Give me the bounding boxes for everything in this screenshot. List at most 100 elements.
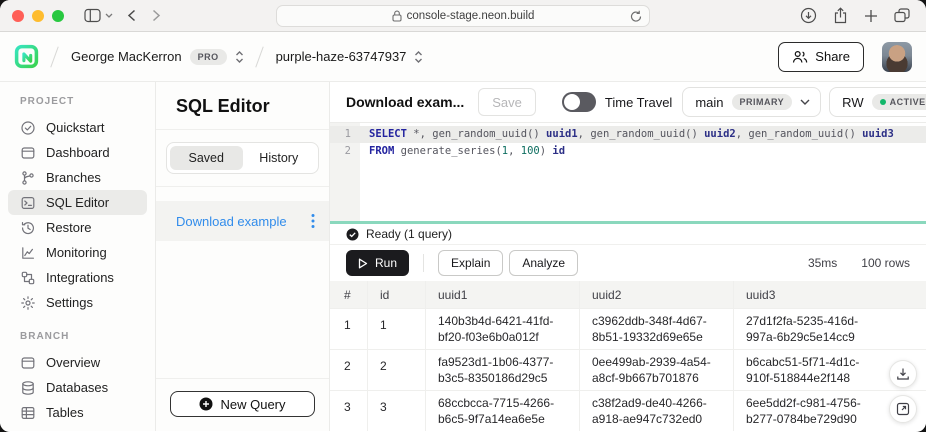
table-cell: b6cabc51-5f71-4d1c- 910f-518844e2f148 <box>734 350 888 390</box>
sidebar-item-monitoring[interactable]: Monitoring <box>8 240 147 265</box>
project-switcher-icon[interactable] <box>414 50 423 64</box>
sidebar-item-label: Branches <box>46 170 101 185</box>
active-badge: ACTIVE <box>872 94 926 110</box>
query-actions: Run Explain Analyze 35ms 100 rows <box>330 245 926 281</box>
kebab-menu-icon[interactable] <box>311 213 315 229</box>
saved-query-label: Download example <box>176 214 287 229</box>
quickstart-icon <box>20 120 36 136</box>
plan-badge: PRO <box>190 49 227 65</box>
expand-results-button[interactable] <box>889 395 917 423</box>
table-row[interactable]: 22fa9523d1-1b06-4377- b3c5-8350186d29c50… <box>330 350 926 391</box>
tab-saved[interactable]: Saved <box>170 146 243 170</box>
table-cell: 2 <box>330 350 368 390</box>
sidebar-item-label: Tables <box>46 405 84 420</box>
project-name[interactable]: purple-haze-63747937 <box>276 49 407 64</box>
sidebar-item-branches[interactable]: Branches <box>8 165 147 190</box>
branch-select[interactable]: main PRIMARY <box>682 87 821 117</box>
sidebar-item-tables[interactable]: Tables <box>8 400 147 425</box>
sidebar-item-integrations[interactable]: Integrations <box>8 265 147 290</box>
sidebar-item-label: Restore <box>46 220 92 235</box>
sidebar-item-dashboard[interactable]: Dashboard <box>8 140 147 165</box>
sidebar-item-label: Quickstart <box>46 120 105 135</box>
chevron-down-icon[interactable] <box>105 13 113 18</box>
actions-divider <box>423 254 424 272</box>
table-cell: 1 <box>368 309 426 349</box>
analyze-button[interactable]: Analyze <box>509 250 578 276</box>
status-text: Ready (1 query) <box>366 227 452 241</box>
sidebar-item-roles[interactable]: Roles <box>8 425 147 431</box>
sidebar-item-sql-editor[interactable]: SQL Editor <box>8 190 147 215</box>
breadcrumb-divider <box>47 47 63 67</box>
sidebar: PROJECT QuickstartDashboardBranchesSQL E… <box>0 82 156 431</box>
zoom-window-button[interactable] <box>52 10 64 22</box>
user-avatar[interactable] <box>882 42 912 72</box>
sidebar-item-overview[interactable]: Overview <box>8 350 147 375</box>
sidebar-item-settings[interactable]: Settings <box>8 290 147 315</box>
table-cell: 140b3b4d-6421-41fd- bf20-f03e6b0a012f <box>426 309 580 349</box>
tables-icon <box>20 405 36 421</box>
table-cell: 68ccbcca-7715-4266- b6c5-9f7a14ea6e5e <box>426 391 580 431</box>
chevron-down-icon <box>800 99 810 105</box>
org-name[interactable]: George MacKerron <box>71 49 182 64</box>
share-page-icon[interactable] <box>833 7 848 24</box>
sidebar-item-databases[interactable]: Databases <box>8 375 147 400</box>
sidebar-item-label: Settings <box>46 295 93 310</box>
browser-chrome: console-stage.neon.build <box>0 0 926 32</box>
minimize-window-button[interactable] <box>32 10 44 22</box>
query-status-bar: Ready (1 query) <box>330 224 926 245</box>
neon-logo-icon[interactable] <box>14 44 39 69</box>
restore-icon <box>20 220 36 236</box>
org-switcher-icon[interactable] <box>235 50 244 64</box>
branch-select-value: main <box>695 95 723 110</box>
sidebar-item-label: Databases <box>46 380 108 395</box>
row-count: 100 rows <box>861 256 910 270</box>
code-editor[interactable]: 1SELECT *, gen_random_uuid() uuid1, gen_… <box>330 123 926 221</box>
tab-overview-icon[interactable] <box>894 8 910 23</box>
branches-icon <box>20 170 36 186</box>
reload-icon[interactable] <box>630 10 642 26</box>
sql-editor-icon <box>20 195 36 211</box>
time-travel-toggle[interactable] <box>562 92 596 112</box>
section-label: BRANCH <box>0 331 155 350</box>
query-title[interactable]: Download exam... <box>346 94 464 110</box>
check-circle-icon <box>346 228 359 241</box>
editor-panel: Download exam... Save Time Travel main P… <box>330 82 926 431</box>
saved-queries-panel: SQL Editor SavedHistory Download example… <box>156 82 330 431</box>
table-cell: 2 <box>368 350 426 390</box>
sidebar-section-project: PROJECT QuickstartDashboardBranchesSQL E… <box>0 96 155 315</box>
new-tab-icon[interactable] <box>864 9 878 23</box>
close-window-button[interactable] <box>12 10 24 22</box>
dashboard-icon <box>20 145 36 161</box>
sidebar-item-restore[interactable]: Restore <box>8 215 147 240</box>
share-button[interactable]: Share <box>778 42 864 72</box>
saved-query-item[interactable]: Download example <box>156 201 329 241</box>
back-icon[interactable] <box>127 9 136 22</box>
table-cell: 6ee5dd2f-c981-4756- b277-0784be729d90 <box>734 391 888 431</box>
download-results-button[interactable] <box>889 360 917 388</box>
explain-button[interactable]: Explain <box>438 250 503 276</box>
code-line-2[interactable]: 2FROM generate_series(1, 100) id <box>330 143 926 160</box>
code-text: SELECT *, gen_random_uuid() uuid1, gen_r… <box>360 126 894 143</box>
code-text: FROM generate_series(1, 100) id <box>360 143 565 160</box>
time-travel-label: Time Travel <box>605 95 672 110</box>
forward-icon[interactable] <box>152 9 161 22</box>
compute-select[interactable]: RW ACTIVE <box>829 87 926 117</box>
breadcrumb-divider <box>252 47 268 67</box>
downloads-icon[interactable] <box>800 7 817 24</box>
sidebar-item-quickstart[interactable]: Quickstart <box>8 115 147 140</box>
address-bar[interactable]: console-stage.neon.build <box>276 5 650 27</box>
run-button[interactable]: Run <box>346 250 409 276</box>
sidebar-item-label: Integrations <box>46 270 114 285</box>
save-button[interactable]: Save <box>478 88 536 116</box>
overview-icon <box>20 355 36 371</box>
settings-icon <box>20 295 36 311</box>
table-cell: 3 <box>368 391 426 431</box>
traffic-lights <box>12 10 64 22</box>
column-header-id: id <box>368 281 426 308</box>
sidebar-toggle-icon[interactable] <box>84 8 101 23</box>
tab-history[interactable]: History <box>243 146 316 170</box>
table-row[interactable]: 11140b3b4d-6421-41fd- bf20-f03e6b0a012fc… <box>330 309 926 350</box>
code-line-1[interactable]: 1SELECT *, gen_random_uuid() uuid1, gen_… <box>330 126 926 143</box>
table-row[interactable]: 3368ccbcca-7715-4266- b6c5-9f7a14ea6e5ec… <box>330 391 926 431</box>
new-query-button[interactable]: New Query <box>170 391 315 417</box>
